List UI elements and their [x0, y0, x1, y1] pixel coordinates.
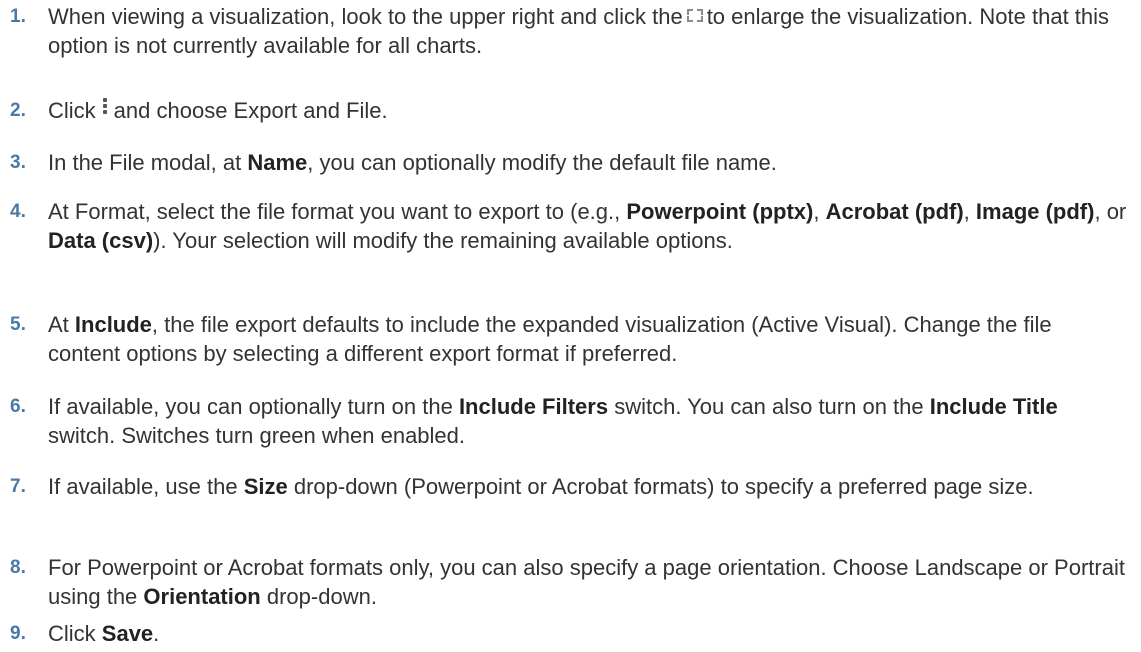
kebab-menu-icon [102, 98, 108, 116]
step-number: 5. [10, 314, 26, 335]
expand-icon [686, 9, 703, 22]
step-2: 2. Click and choose Export and File. [0, 96, 402, 125]
step-text: At Include, the file export defaults to … [48, 312, 1052, 366]
step-4: 4. At Format, select the file format you… [0, 197, 1141, 255]
step-9: 9. Click Save. [0, 619, 173, 648]
step-1: 1. When viewing a visualization, look to… [0, 2, 1141, 60]
step-number: 6. [10, 396, 26, 417]
step-number: 3. [10, 152, 26, 173]
step-text: Click and choose Export and File. [48, 98, 388, 123]
step-text: In the File modal, at Name, you can opti… [48, 150, 777, 175]
step-text: For Powerpoint or Acrobat formats only, … [48, 555, 1125, 609]
step-number: 4. [10, 201, 26, 222]
step-number: 9. [10, 623, 26, 644]
step-number: 8. [10, 557, 26, 578]
step-5: 5. At Include, the file export defaults … [0, 310, 1141, 368]
step-number: 7. [10, 476, 26, 497]
step-number: 2. [10, 100, 26, 121]
step-text: If available, you can optionally turn on… [48, 394, 1058, 448]
step-text: Click Save. [48, 621, 160, 646]
step-6: 6. If available, you can optionally turn… [0, 392, 1141, 450]
step-text: When viewing a visualization, look to th… [48, 4, 1110, 58]
step-number: 1. [10, 6, 26, 27]
step-7: 7. If available, use the Size drop-down … [0, 472, 1048, 501]
step-text: If available, use the Size drop-down (Po… [48, 474, 1034, 499]
step-3: 3. In the File modal, at Name, you can o… [0, 148, 791, 177]
step-text: At Format, select the file format you wa… [48, 199, 1127, 253]
step-8: 8. For Powerpoint or Acrobat formats onl… [0, 553, 1141, 611]
